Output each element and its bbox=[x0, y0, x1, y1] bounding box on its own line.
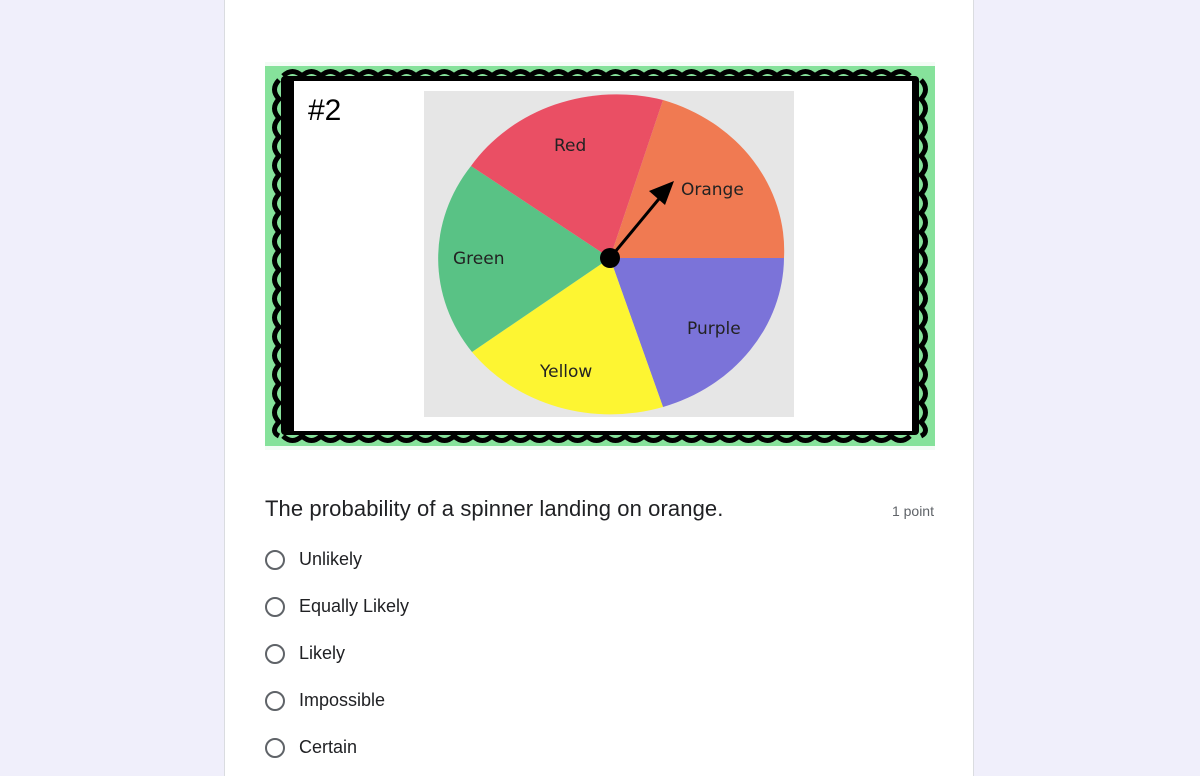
label-red: Red bbox=[554, 136, 586, 156]
label-orange: Orange bbox=[681, 180, 744, 200]
option-label: Equally Likely bbox=[299, 596, 410, 616]
options-list: Unlikely Equally Likely Likely Impossibl… bbox=[265, 536, 409, 771]
radio-button[interactable] bbox=[265, 549, 285, 570]
card-number: #2 bbox=[308, 94, 341, 127]
radio-button[interactable] bbox=[265, 643, 285, 664]
option-equally-likely[interactable]: Equally Likely bbox=[265, 583, 409, 630]
question-card: #2 Red Orange Green Purple Yellow The pr… bbox=[224, 0, 974, 776]
option-label: Certain bbox=[299, 737, 358, 757]
points-label: 1 point bbox=[891, 503, 934, 519]
question-title: The probability of a spinner landing on … bbox=[265, 496, 724, 521]
option-label: Unlikely bbox=[299, 549, 363, 569]
spinner-image: #2 Red Orange Green Purple Yellow bbox=[265, 62, 935, 450]
radio-button[interactable] bbox=[265, 596, 285, 617]
option-certain[interactable]: Certain bbox=[265, 724, 409, 771]
option-label: Likely bbox=[299, 643, 346, 663]
question-image: #2 Red Orange Green Purple Yellow bbox=[265, 62, 935, 450]
radio-button[interactable] bbox=[265, 690, 285, 711]
option-likely[interactable]: Likely bbox=[265, 630, 409, 677]
option-impossible[interactable]: Impossible bbox=[265, 677, 409, 724]
radio-button[interactable] bbox=[265, 737, 285, 758]
label-purple: Purple bbox=[687, 319, 741, 339]
option-label: Impossible bbox=[299, 690, 386, 710]
option-unlikely[interactable]: Unlikely bbox=[265, 536, 409, 583]
label-yellow: Yellow bbox=[539, 362, 592, 382]
label-green: Green bbox=[453, 249, 504, 269]
